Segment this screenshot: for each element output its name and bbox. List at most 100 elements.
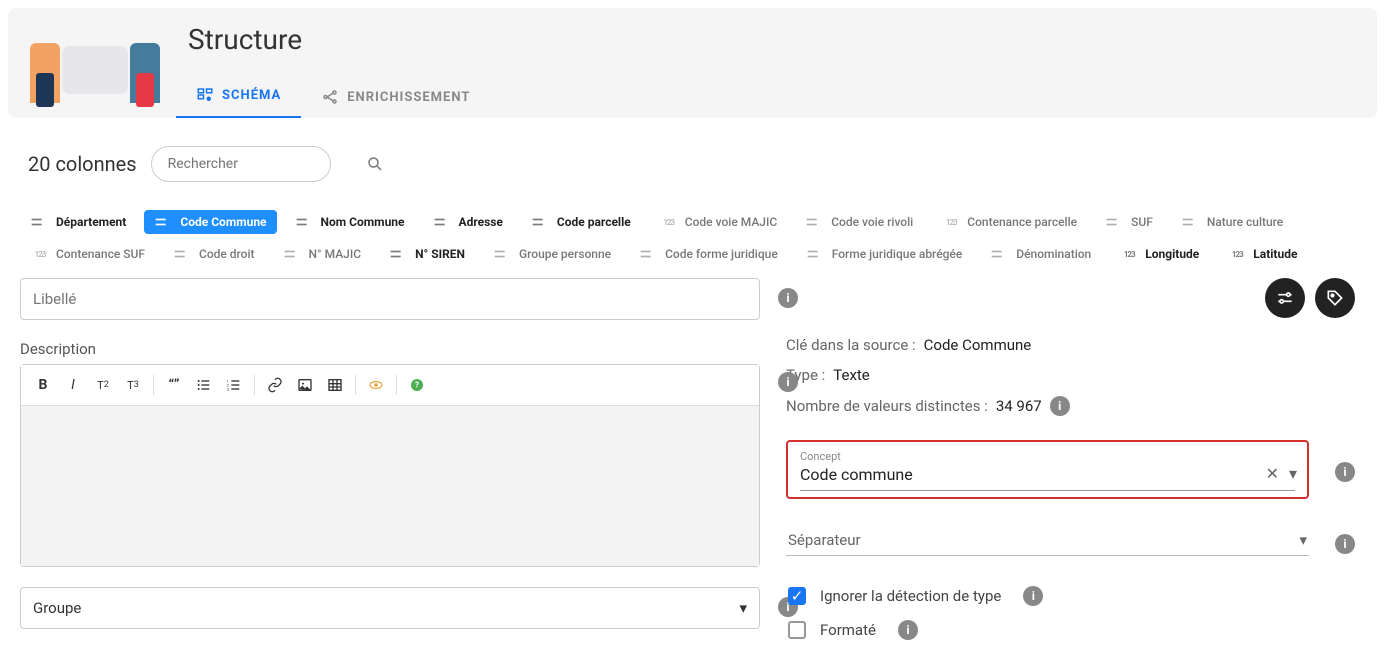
separator-field[interactable]: Séparateur ▾ [786,521,1309,556]
text-type-icon [1181,216,1201,228]
heading3-button[interactable]: T3 [119,371,147,399]
column-chip[interactable]: Code forme juridique [629,242,788,266]
chip-label: Contenance parcelle [967,215,1077,229]
chevron-down-icon[interactable]: ▾ [1289,464,1297,483]
bullet-list-button[interactable] [190,371,218,399]
column-chip[interactable]: Code droit [163,242,265,266]
search-icon [366,155,384,173]
help-button[interactable]: ? [403,371,431,399]
libelle-input[interactable] [20,278,760,320]
info-icon[interactable]: i [1335,534,1355,554]
info-icon[interactable]: i [778,372,798,392]
text-type-icon [295,216,315,228]
column-chip[interactable]: 123Code voie MAJIC [649,210,787,234]
text-type-icon [389,248,409,260]
preview-button[interactable] [362,371,390,399]
bold-button[interactable]: B [29,371,57,399]
info-icon[interactable]: i [1335,462,1355,482]
clear-icon[interactable]: ✕ [1266,464,1279,483]
text-type-icon [154,216,174,228]
image-button[interactable] [291,371,319,399]
concept-value: Code commune [800,463,1295,488]
info-icon[interactable]: i [898,620,918,640]
chip-label: Code voie rivoli [831,215,913,229]
svg-text:3: 3 [227,386,229,391]
number-type-icon: 123 [30,248,50,260]
description-editor[interactable]: B I T2 T3 “” 123 [20,364,760,567]
chip-label: Groupe personne [519,247,611,261]
text-type-icon [806,248,826,260]
text-type-icon [493,248,513,260]
column-chip[interactable]: Nom Commune [285,210,415,234]
meta-type: Type : Texte [780,366,1355,384]
settings-button[interactable] [1265,278,1305,318]
enrich-icon [321,88,339,106]
schema-icon [196,86,214,104]
text-type-icon [433,216,453,228]
chip-label: Code droit [199,247,255,261]
column-chip[interactable]: 123Contenance SUF [20,242,155,266]
info-icon[interactable]: i [778,288,798,308]
column-chip[interactable]: Groupe personne [483,242,621,266]
heading2-button[interactable]: T2 [89,371,117,399]
column-chip[interactable]: Forme juridique abrégée [796,242,973,266]
meta-distinct: Nombre de valeurs distinctes : 34 967 i [780,396,1355,416]
header-card: Structure SCHÉMA ENRICHISSEMENT [8,8,1377,118]
text-type-icon [30,216,50,228]
column-chip[interactable]: Dénomination [980,242,1101,266]
column-chip[interactable]: N° MAJIC [273,242,372,266]
column-chip[interactable]: N° SIREN [379,242,475,266]
page-title: Structure [188,23,1365,56]
info-icon[interactable]: i [1023,586,1043,606]
editor-body[interactable] [21,406,759,566]
separator-label: Séparateur [788,531,861,549]
ignore-type-checkbox[interactable]: ✓ [788,587,806,605]
number-type-icon: 123 [1119,248,1139,260]
chip-label: SUF [1131,215,1153,229]
description-label: Description [20,340,760,358]
tab-enrichissement[interactable]: ENRICHISSEMENT [301,76,490,118]
text-type-icon [283,248,303,260]
link-button[interactable] [261,371,289,399]
chip-label: N° SIREN [415,247,465,261]
column-chip[interactable]: Code Commune [144,210,276,234]
column-chip[interactable]: 123Contenance parcelle [931,210,1087,234]
text-type-icon [173,248,193,260]
column-chip[interactable]: 123Latitude [1217,242,1307,266]
chip-label: Code parcelle [557,215,631,229]
tag-button[interactable] [1315,278,1355,318]
structure-illustration [20,16,170,111]
chip-label: Département [56,215,126,229]
search-field[interactable] [151,146,331,182]
column-chip[interactable]: Code voie rivoli [795,210,923,234]
column-chip[interactable]: 123 Longitude [1109,242,1209,266]
groupe-select[interactable]: Groupe ▾ [20,587,760,629]
table-button[interactable] [321,371,349,399]
chip-label: Adresse [459,215,503,229]
formatted-checkbox[interactable] [788,621,806,639]
italic-button[interactable]: I [59,371,87,399]
text-type-icon [805,216,825,228]
column-chip[interactable]: SUF [1095,210,1163,234]
tab-schema[interactable]: SCHÉMA [176,74,301,118]
tab-label: ENRICHISSEMENT [347,90,470,105]
column-chip[interactable]: Département [20,210,136,234]
column-chip[interactable]: Adresse [423,210,513,234]
chip-label: Longitude [1145,247,1199,261]
ignore-type-row: ✓ Ignorer la détection de type i [788,586,1347,606]
numbered-list-button[interactable]: 123 [220,371,248,399]
text-type-icon [639,248,659,260]
concept-field[interactable]: Concept Code commune ✕ ▾ [786,440,1309,499]
info-icon[interactable]: i [1050,396,1070,416]
search-input[interactable] [168,156,346,172]
meta-key: Clé dans la source : Code Commune [780,336,1355,354]
chip-label: Code Commune [180,215,266,229]
number-type-icon: 123 [1227,248,1247,260]
column-chip[interactable]: Nature culture [1171,210,1293,234]
column-chip[interactable]: Code parcelle [521,210,641,234]
ignore-type-label: Ignorer la détection de type [820,587,1001,605]
text-type-icon [531,216,551,228]
chevron-down-icon: ▾ [739,599,747,617]
quote-button[interactable]: “” [160,371,188,399]
chip-label: N° MAJIC [309,247,362,261]
